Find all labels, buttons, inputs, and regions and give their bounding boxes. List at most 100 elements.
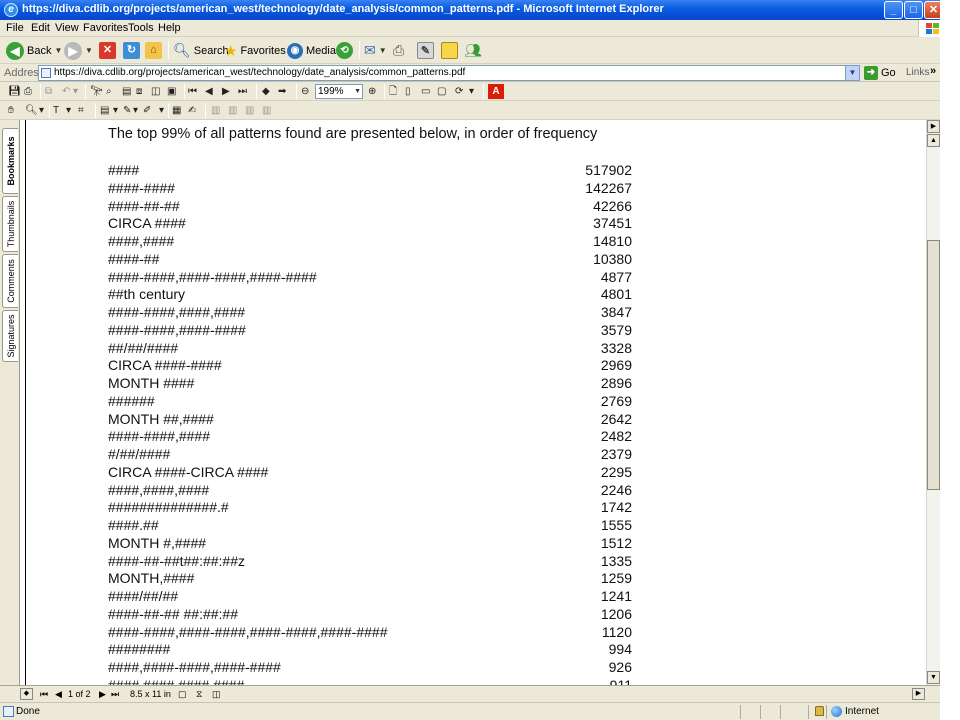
fit-width-icon[interactable]: ▭ bbox=[421, 84, 430, 99]
media-button[interactable]: ◉ Media bbox=[287, 40, 336, 61]
scroll-page-up-icon[interactable]: ▲ bbox=[927, 134, 940, 147]
facing-pages-icon[interactable]: ◫ bbox=[212, 688, 221, 701]
print-icon[interactable]: ⎙ bbox=[24, 84, 32, 99]
tab-bookmarks[interactable]: Bookmarks bbox=[2, 128, 18, 194]
fit-page-icon[interactable]: ▯ bbox=[405, 84, 411, 99]
next-view-icon[interactable]: ➡ bbox=[278, 84, 286, 99]
text-select-icon[interactable]: T bbox=[53, 103, 59, 118]
count-cell: 142267 bbox=[585, 179, 632, 196]
scroll-down-icon[interactable]: ▼ bbox=[927, 671, 940, 684]
page-tool-4-icon[interactable]: ▥ bbox=[262, 103, 271, 118]
forward-button[interactable]: ▶ ▼ bbox=[64, 40, 93, 61]
find-icon[interactable]: 🔭︎ bbox=[90, 84, 103, 99]
form-tool-icon[interactable]: ▦ bbox=[172, 103, 181, 118]
search-button[interactable]: 🔍︎ Search bbox=[173, 40, 229, 61]
menu-favorites[interactable]: Favorites bbox=[83, 22, 128, 34]
rotate-dropdown-icon[interactable]: ▾ bbox=[469, 84, 474, 99]
previous-view-icon[interactable]: ◆ bbox=[262, 84, 270, 99]
page-view-icon[interactable]: ▣ bbox=[167, 84, 176, 99]
menu-tools[interactable]: Tools bbox=[128, 22, 154, 34]
mail-dropdown-icon[interactable]: ▼ bbox=[379, 46, 387, 55]
favorites-button[interactable]: ★ Favorites bbox=[224, 40, 286, 61]
address-dropdown-icon[interactable]: ▼ bbox=[845, 66, 859, 80]
page-indicator[interactable]: 1 of 2 bbox=[68, 688, 91, 701]
count-cell: 2482 bbox=[600, 428, 632, 445]
document-heading: The top 99% of all patterns found are pr… bbox=[108, 126, 598, 142]
next-page-nav-icon[interactable]: ▶ bbox=[99, 688, 106, 701]
menu-edit[interactable]: Edit bbox=[31, 22, 50, 34]
pencil-tool-icon[interactable]: ✎ bbox=[123, 103, 131, 118]
fit-visible-icon[interactable]: ▢ bbox=[437, 84, 446, 99]
back-button[interactable]: ◀ Back ▼ bbox=[6, 40, 62, 61]
messenger-notes-button[interactable] bbox=[441, 40, 458, 61]
zoom-tool-icon[interactable]: 🔍︎ bbox=[25, 103, 38, 118]
menu-file[interactable]: File bbox=[6, 22, 24, 34]
first-page-icon[interactable]: ⏮ bbox=[188, 84, 197, 99]
note-tool-icon[interactable]: ▤ bbox=[100, 103, 109, 118]
tab-signatures[interactable]: Signatures bbox=[2, 310, 18, 362]
text-select-dropdown-icon[interactable]: ▾ bbox=[66, 103, 71, 118]
links-button[interactable]: Links bbox=[906, 67, 929, 78]
zoom-out-icon[interactable]: ⊖ bbox=[301, 84, 309, 99]
single-page-icon[interactable]: ▢ bbox=[178, 688, 187, 701]
undo-dropdown-icon[interactable]: ▾ bbox=[73, 84, 78, 99]
snapshot-icon[interactable]: ⌗ bbox=[78, 103, 84, 118]
edit-button[interactable]: ✎ bbox=[417, 40, 434, 61]
zoom-level-select[interactable]: 199% ▼ bbox=[315, 84, 363, 99]
menu-help[interactable]: Help bbox=[158, 22, 181, 34]
vertical-scrollbar[interactable]: ▶ ▲ ▼ bbox=[926, 120, 940, 685]
note-tool-dropdown-icon[interactable]: ▾ bbox=[113, 103, 118, 118]
go-button[interactable]: ➜ Go bbox=[864, 66, 896, 80]
stop-button[interactable]: ✕ bbox=[99, 40, 116, 61]
page-tool-1-icon[interactable]: ▥ bbox=[211, 103, 220, 118]
document-icon[interactable]: ▤ bbox=[122, 84, 131, 99]
previous-page-icon[interactable]: ◀ bbox=[205, 84, 213, 99]
previous-page-nav-icon[interactable]: ◀ bbox=[55, 688, 62, 701]
zoom-tool-dropdown-icon[interactable]: ▾ bbox=[39, 103, 44, 118]
search-pdf-icon[interactable]: ⌕ bbox=[106, 84, 112, 99]
address-url[interactable]: https://diva.cdlib.org/projects/american… bbox=[54, 67, 465, 78]
page-tool-3-icon[interactable]: ▥ bbox=[245, 103, 254, 118]
maximize-button[interactable]: □ bbox=[904, 1, 923, 19]
minimize-button[interactable]: _ bbox=[884, 1, 903, 19]
navigation-toggle-icon[interactable]: ◆ bbox=[20, 688, 33, 700]
forward-dropdown-icon[interactable]: ▼ bbox=[85, 46, 93, 55]
menu-view[interactable]: View bbox=[55, 22, 79, 34]
highlight-tool-icon[interactable]: ✐ bbox=[143, 103, 151, 118]
refresh-button[interactable]: ↻ bbox=[123, 40, 140, 61]
actual-size-icon[interactable]: 🗋 bbox=[389, 84, 397, 99]
bookmark-panel-icon[interactable]: ⧈ bbox=[136, 84, 142, 99]
history-button[interactable]: ⟲ bbox=[336, 40, 353, 61]
last-page-icon[interactable]: ⏭ bbox=[238, 84, 247, 99]
sign-tool-icon[interactable]: ✍︎ bbox=[188, 103, 196, 118]
more-chevron-icon[interactable]: » bbox=[930, 65, 936, 77]
mail-button[interactable]: ✉ ▼ bbox=[364, 40, 387, 61]
continuous-icon[interactable]: ⧖ bbox=[196, 688, 202, 701]
adobe-logo-icon[interactable]: A bbox=[488, 84, 504, 99]
first-page-nav-icon[interactable]: ⏮ bbox=[40, 688, 48, 701]
tab-thumbnails[interactable]: Thumbnails bbox=[2, 196, 18, 252]
copy-icon[interactable]: ⧉ bbox=[45, 84, 52, 99]
address-input[interactable]: https://diva.cdlib.org/projects/american… bbox=[38, 65, 860, 81]
print-button[interactable]: ⎙ bbox=[393, 40, 404, 61]
scroll-up-icon[interactable]: ▶ bbox=[927, 120, 940, 133]
next-page-icon[interactable]: ▶ bbox=[222, 84, 230, 99]
properties-icon[interactable]: ◫ bbox=[151, 84, 160, 99]
zoom-in-icon[interactable]: ⊕ bbox=[368, 84, 376, 99]
window-edge bbox=[940, 0, 960, 720]
table-row: ####-####,####-####,####-####,####-#### 1… bbox=[108, 624, 632, 642]
tab-comments[interactable]: Comments bbox=[2, 254, 18, 308]
scroll-right-icon[interactable]: ▶ bbox=[912, 688, 925, 700]
rotate-icon[interactable]: ⟳ bbox=[455, 84, 463, 99]
pencil-dropdown-icon[interactable]: ▾ bbox=[133, 103, 138, 118]
home-button[interactable]: ⌂ bbox=[145, 40, 162, 61]
messenger-button[interactable]: 👥︎ bbox=[464, 40, 482, 61]
page-tool-2-icon[interactable]: ▥ bbox=[228, 103, 237, 118]
back-dropdown-icon[interactable]: ▼ bbox=[54, 46, 62, 55]
hand-tool-icon[interactable]: ✋︎ bbox=[8, 103, 14, 118]
scrollbar-thumb[interactable] bbox=[927, 240, 940, 490]
save-icon[interactable]: 💾︎ bbox=[8, 84, 21, 99]
last-page-nav-icon[interactable]: ⏭ bbox=[111, 688, 119, 701]
highlight-dropdown-icon[interactable]: ▾ bbox=[159, 103, 164, 118]
undo-icon[interactable]: ↶ bbox=[62, 84, 70, 99]
